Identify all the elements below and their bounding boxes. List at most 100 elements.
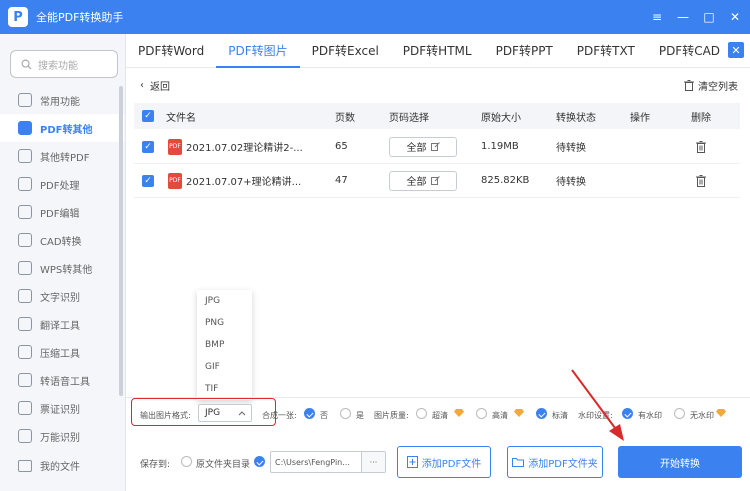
sidebar-scrollbar[interactable] bbox=[119, 86, 123, 396]
pdf-export-icon bbox=[18, 121, 32, 135]
sidebar-item-tts[interactable]: 转语音工具 bbox=[0, 366, 124, 394]
output-path-value: C:\Users\FengPin... bbox=[275, 457, 350, 467]
trash-icon bbox=[696, 174, 706, 187]
tab-pdf-to-image[interactable]: PDF转图片 bbox=[216, 34, 300, 68]
tab-pdf-to-excel[interactable]: PDF转Excel bbox=[300, 34, 391, 68]
menu-icon[interactable]: ≡ bbox=[650, 10, 664, 24]
sidebar-item-pdf-to-other[interactable]: PDF转其他 bbox=[0, 114, 124, 142]
page-select-button[interactable]: 全部 bbox=[389, 170, 457, 191]
format-option-jpg[interactable]: JPG bbox=[197, 290, 252, 312]
close-icon[interactable]: ✕ bbox=[728, 10, 742, 24]
page-select-cell: 全部 bbox=[389, 130, 457, 163]
sidebar-item-label: PDF处理 bbox=[40, 180, 80, 192]
tab-pdf-to-ppt[interactable]: PDF转PPT bbox=[484, 34, 565, 68]
sidebar-item-ticket[interactable]: 票证识别 bbox=[0, 394, 124, 422]
ticket-icon bbox=[18, 401, 32, 415]
sidebar-item-other-to-pdf[interactable]: 其他转PDF bbox=[0, 142, 124, 170]
tab-pdf-to-txt[interactable]: PDF转TXT bbox=[565, 34, 647, 68]
sidebar-item-ocr[interactable]: 文字识别 bbox=[0, 282, 124, 310]
pdf-file-icon: PDF bbox=[168, 172, 182, 189]
sidebar-item-cad[interactable]: CAD转换 bbox=[0, 226, 124, 254]
sidebar-item-wps[interactable]: WPS转其他 bbox=[0, 254, 124, 282]
header-status: 转换状态 bbox=[556, 112, 596, 124]
add-folder-icon bbox=[512, 458, 525, 467]
premium-gem-icon bbox=[514, 409, 524, 417]
page-count: 47 bbox=[335, 175, 348, 186]
tab-pdf-to-cad[interactable]: PDF转CAD bbox=[647, 34, 732, 68]
file-size: 825.82KB bbox=[481, 175, 530, 186]
back-button[interactable]: ‹ 返回 bbox=[140, 78, 170, 93]
sidebar-item-my-files[interactable]: 我的文件 bbox=[18, 458, 80, 473]
search-input[interactable]: 搜索功能 bbox=[10, 50, 118, 78]
chevron-left-icon: ‹ bbox=[140, 80, 144, 91]
sidebar-item-compress[interactable]: 压缩工具 bbox=[0, 338, 124, 366]
quality-high-radio[interactable] bbox=[476, 408, 487, 419]
quality-std-radio[interactable] bbox=[536, 408, 547, 419]
tab-pdf-to-word[interactable]: PDF转Word bbox=[126, 34, 216, 68]
merge-yes-radio[interactable] bbox=[340, 408, 351, 419]
page-select-label: 全部 bbox=[406, 177, 427, 188]
star-icon bbox=[18, 93, 32, 107]
watermark-on-radio[interactable] bbox=[622, 408, 633, 419]
sidebar-item-label: 翻译工具 bbox=[40, 320, 80, 332]
add-pdf-file-label: 添加PDF文件 bbox=[421, 458, 482, 470]
sidebar-item-label: 其他转PDF bbox=[40, 152, 90, 164]
window-controls: ≡ — □ ✕ bbox=[650, 0, 742, 34]
wps-icon bbox=[18, 261, 32, 275]
trash-icon bbox=[684, 80, 694, 91]
orig-dir-radio[interactable] bbox=[181, 456, 192, 467]
sidebar-item-label: WPS转其他 bbox=[40, 264, 93, 276]
panel-close-icon[interactable]: ✕ bbox=[728, 42, 744, 58]
scan-icon bbox=[18, 429, 32, 443]
watermark-off-radio[interactable] bbox=[674, 408, 685, 419]
sidebar-item-pdf-edit[interactable]: PDF编辑 bbox=[0, 198, 124, 226]
app-title: 全能PDF转换助手 bbox=[36, 11, 124, 24]
quality-high-label: 高清 bbox=[492, 411, 508, 420]
select-all-checkbox[interactable]: ✓ bbox=[142, 103, 154, 129]
format-option-bmp[interactable]: BMP bbox=[197, 334, 252, 356]
sidebar-item-label: 压缩工具 bbox=[40, 348, 80, 360]
page-select-cell: 全部 bbox=[389, 164, 457, 197]
tab-pdf-to-html[interactable]: PDF转HTML bbox=[391, 34, 484, 68]
sidebar-item-pdf-process[interactable]: PDF处理 bbox=[0, 170, 124, 198]
merge-no-radio[interactable] bbox=[304, 408, 315, 419]
maximize-icon[interactable]: □ bbox=[702, 10, 716, 24]
premium-gem-icon bbox=[454, 409, 464, 417]
custom-dir-radio[interactable] bbox=[254, 456, 265, 467]
header-name: 文件名 bbox=[166, 112, 196, 124]
header-page-select: 页码选择 bbox=[389, 112, 429, 124]
delete-row-button[interactable] bbox=[696, 164, 706, 197]
sidebar-item-translate[interactable]: 翻译工具 bbox=[0, 310, 124, 338]
highlight-box bbox=[131, 398, 276, 426]
pdf-import-icon bbox=[18, 149, 32, 163]
add-pdf-folder-button[interactable]: 添加PDF文件夹 bbox=[507, 446, 603, 478]
orig-dir-label: 原文件夹目录 bbox=[196, 460, 251, 470]
minimize-icon[interactable]: — bbox=[676, 10, 690, 24]
row-checkbox[interactable]: ✓ bbox=[142, 130, 154, 163]
output-path-input[interactable]: C:\Users\FengPin... ··· bbox=[270, 451, 386, 473]
quality-super-radio[interactable] bbox=[416, 408, 427, 419]
page-select-button[interactable]: 全部 bbox=[389, 136, 457, 157]
sidebar-item-label: PDF编辑 bbox=[40, 208, 80, 220]
page-count: 65 bbox=[335, 141, 348, 152]
browse-button[interactable]: ··· bbox=[361, 452, 385, 472]
add-file-icon bbox=[406, 456, 418, 468]
sidebar-item-common[interactable]: 常用功能 bbox=[0, 86, 124, 114]
format-dropdown-menu: JPG PNG BMP GIF TIF bbox=[197, 290, 252, 400]
file-name-cell: PDF 2021.07.07+理论精讲... bbox=[168, 164, 301, 197]
translate-icon bbox=[18, 317, 32, 331]
watermark-off-label: 无水印 bbox=[690, 411, 714, 420]
clear-list-button[interactable]: 清空列表 bbox=[684, 78, 738, 93]
sidebar-item-universal[interactable]: 万能识别 bbox=[0, 422, 124, 450]
delete-row-button[interactable] bbox=[696, 130, 706, 163]
app-logo: P bbox=[8, 7, 28, 27]
add-pdf-file-button[interactable]: 添加PDF文件 bbox=[397, 446, 491, 478]
compress-icon bbox=[18, 345, 32, 359]
start-convert-button[interactable]: 开始转换 bbox=[618, 446, 742, 478]
format-option-png[interactable]: PNG bbox=[197, 312, 252, 334]
header-delete: 删除 bbox=[691, 112, 711, 124]
format-option-gif[interactable]: GIF bbox=[197, 356, 252, 378]
watermark-label: 水印设置: bbox=[578, 411, 613, 420]
row-checkbox[interactable]: ✓ bbox=[142, 164, 154, 197]
cad-icon bbox=[18, 233, 32, 247]
